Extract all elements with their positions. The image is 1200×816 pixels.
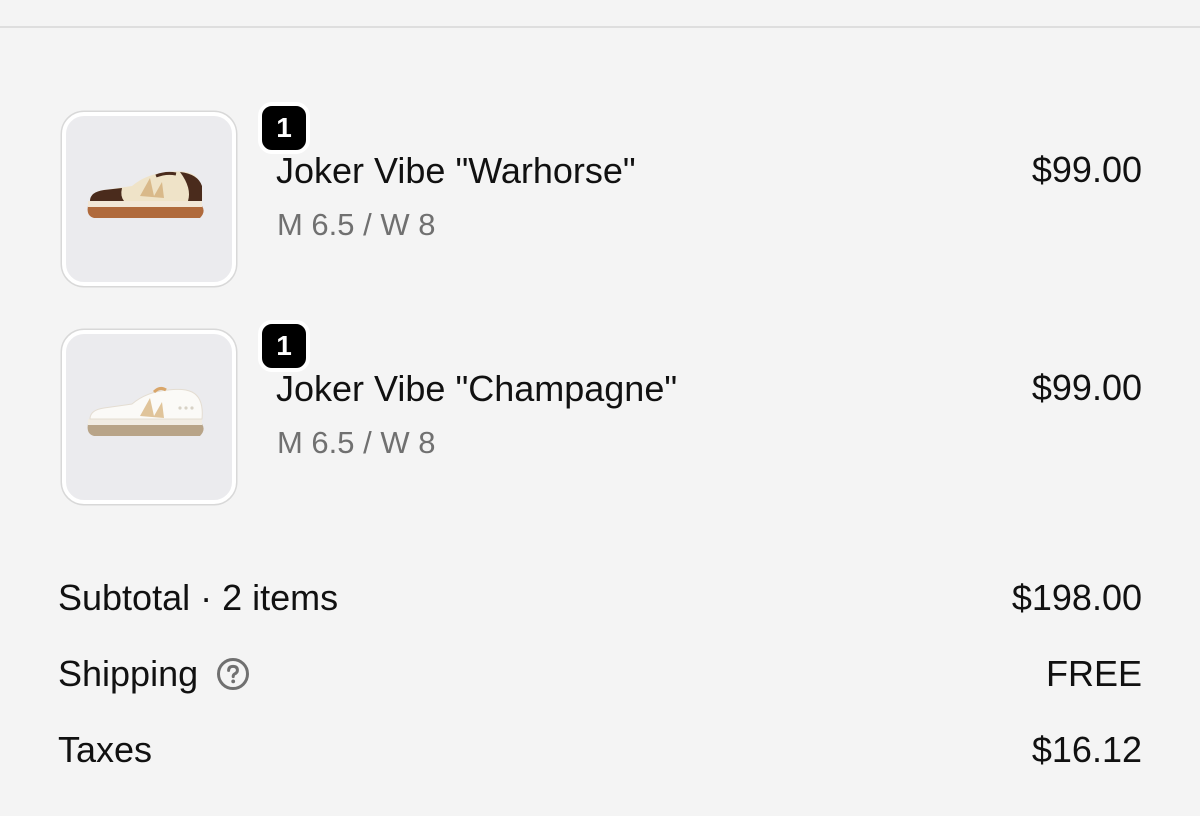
taxes-label: Taxes bbox=[58, 729, 153, 770]
quantity-badge: 1 bbox=[258, 320, 310, 372]
shipping-value: FREE bbox=[1045, 653, 1142, 694]
sneaker-image-warhorse bbox=[87, 171, 204, 218]
product-price: $99.00 bbox=[1031, 149, 1142, 190]
cart-line-item: 1 Joker Vibe "Champagne" M 6.5 / W 8 $99… bbox=[0, 320, 1200, 510]
subtotal-row: Subtotal · 2 items $198.00 bbox=[58, 577, 1142, 625]
product-price: $99.00 bbox=[1031, 367, 1142, 408]
product-thumbnail[interactable]: 1 bbox=[62, 102, 310, 286]
taxes-value: $16.12 bbox=[1031, 729, 1142, 770]
shipping-label: Shipping bbox=[58, 653, 199, 694]
product-variant: M 6.5 / W 8 bbox=[277, 207, 436, 242]
quantity-badge: 1 bbox=[258, 102, 310, 154]
shipping-label-group: Shipping bbox=[58, 653, 250, 695]
product-variant: M 6.5 / W 8 bbox=[277, 425, 436, 460]
product-thumbnail[interactable]: 1 bbox=[62, 320, 310, 504]
top-divider bbox=[0, 26, 1200, 28]
question-circle-icon[interactable] bbox=[216, 657, 250, 691]
taxes-row: Taxes $16.12 bbox=[58, 729, 1142, 777]
subtotal-label: Subtotal · 2 items bbox=[58, 577, 339, 618]
shipping-row: Shipping FREE bbox=[58, 653, 1142, 701]
sneaker-image-champagne bbox=[87, 386, 204, 436]
product-name[interactable]: Joker Vibe "Champagne" bbox=[276, 368, 677, 410]
cart-line-item: 1 Joker Vibe "Warhorse" M 6.5 / W 8 $99.… bbox=[0, 102, 1200, 292]
subtotal-value: $198.00 bbox=[1011, 577, 1142, 618]
product-name[interactable]: Joker Vibe "Warhorse" bbox=[276, 150, 636, 192]
